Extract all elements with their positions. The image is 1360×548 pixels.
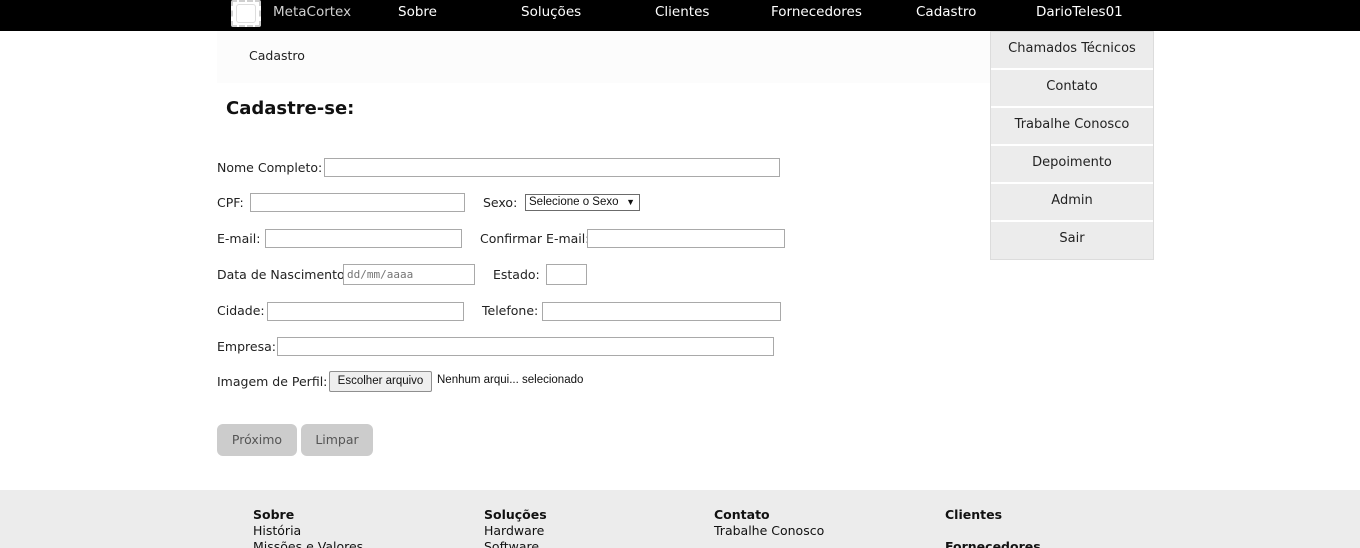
imagem-perfil-label: Imagem de Perfil:: [217, 374, 328, 389]
telefone-label: Telefone:: [482, 303, 539, 318]
nav-solucoes[interactable]: Soluções: [521, 4, 581, 20]
nav-cadastro[interactable]: Cadastro: [916, 4, 976, 20]
page-title: Cadastre-se:: [226, 98, 355, 119]
sexo-selected-value: Selecione o Sexo: [529, 196, 619, 208]
caret-down-icon: ▼: [626, 197, 635, 207]
footer-heading-clientes[interactable]: Clientes: [945, 507, 1041, 523]
logo-icon[interactable]: [231, 0, 261, 27]
choose-file-button[interactable]: Escolher arquivo: [329, 371, 432, 392]
nav-fornecedores[interactable]: Fornecedores: [771, 4, 862, 20]
cidade-label: Cidade:: [217, 303, 265, 318]
email-input[interactable]: [265, 229, 462, 248]
menu-item-depoimento[interactable]: Depoimento: [991, 146, 1153, 184]
empresa-label: Empresa:: [217, 339, 276, 354]
telefone-input[interactable]: [542, 302, 781, 321]
nome-input[interactable]: [324, 158, 780, 177]
cpf-label: CPF:: [217, 195, 244, 210]
menu-item-sair[interactable]: Sair: [991, 222, 1153, 259]
footer-col-sobre: Sobre História Missões e Valores: [253, 507, 363, 548]
next-button[interactable]: Próximo: [217, 424, 297, 456]
footer-col-contato: Contato Trabalhe Conosco: [714, 507, 824, 539]
footer-col-clientes: Clientes Fornecedores: [945, 507, 1041, 548]
nav-sobre[interactable]: Sobre: [398, 4, 437, 20]
top-navbar: MetaCortex Sobre Soluções Clientes Forne…: [0, 0, 1360, 31]
footer-heading-contato[interactable]: Contato: [714, 507, 824, 523]
cidade-input[interactable]: [267, 302, 464, 321]
sexo-select[interactable]: Selecione o Sexo ▼: [525, 194, 640, 211]
nav-user-menu[interactable]: DarioTeles01: [1036, 4, 1123, 20]
footer-link-historia[interactable]: História: [253, 523, 363, 539]
menu-item-chamados-tecnicos[interactable]: Chamados Técnicos: [991, 32, 1153, 70]
confirmar-email-label: Confirmar E-mail:: [480, 231, 590, 246]
footer-heading-solucoes[interactable]: Soluções: [484, 507, 547, 523]
estado-input[interactable]: [546, 264, 587, 285]
breadcrumb: Cadastro: [217, 31, 990, 83]
nascimento-label: Data de Nascimento:: [217, 267, 349, 282]
nascimento-date-input[interactable]: [343, 264, 475, 285]
footer: Sobre História Missões e Valores Soluçõe…: [0, 490, 1360, 548]
footer-heading-sobre[interactable]: Sobre: [253, 507, 363, 523]
footer-heading-fornecedores[interactable]: Fornecedores: [945, 539, 1041, 548]
footer-link-software[interactable]: Software: [484, 539, 547, 548]
clear-button[interactable]: Limpar: [301, 424, 373, 456]
user-dropdown-menu: Chamados Técnicos Contato Trabalhe Conos…: [990, 31, 1154, 260]
footer-link-hardware[interactable]: Hardware: [484, 523, 547, 539]
menu-item-contato[interactable]: Contato: [991, 70, 1153, 108]
sexo-label: Sexo:: [483, 195, 518, 210]
menu-item-admin[interactable]: Admin: [991, 184, 1153, 222]
cpf-input[interactable]: [250, 193, 465, 212]
menu-item-trabalhe-conosco[interactable]: Trabalhe Conosco: [991, 108, 1153, 146]
email-label: E-mail:: [217, 231, 261, 246]
file-status-text: Nenhum arqui... selecionado: [437, 374, 584, 386]
confirmar-email-input[interactable]: [587, 229, 785, 248]
footer-col-solucoes: Soluções Hardware Software: [484, 507, 547, 548]
footer-link-trabalhe-conosco[interactable]: Trabalhe Conosco: [714, 523, 824, 539]
estado-label: Estado:: [493, 267, 540, 282]
breadcrumb-current: Cadastro: [249, 48, 305, 63]
nav-clientes[interactable]: Clientes: [655, 4, 709, 20]
empresa-input[interactable]: [277, 337, 774, 356]
nome-label: Nome Completo:: [217, 160, 323, 175]
footer-link-missoes[interactable]: Missões e Valores: [253, 539, 363, 548]
brand-name[interactable]: MetaCortex: [273, 4, 351, 20]
